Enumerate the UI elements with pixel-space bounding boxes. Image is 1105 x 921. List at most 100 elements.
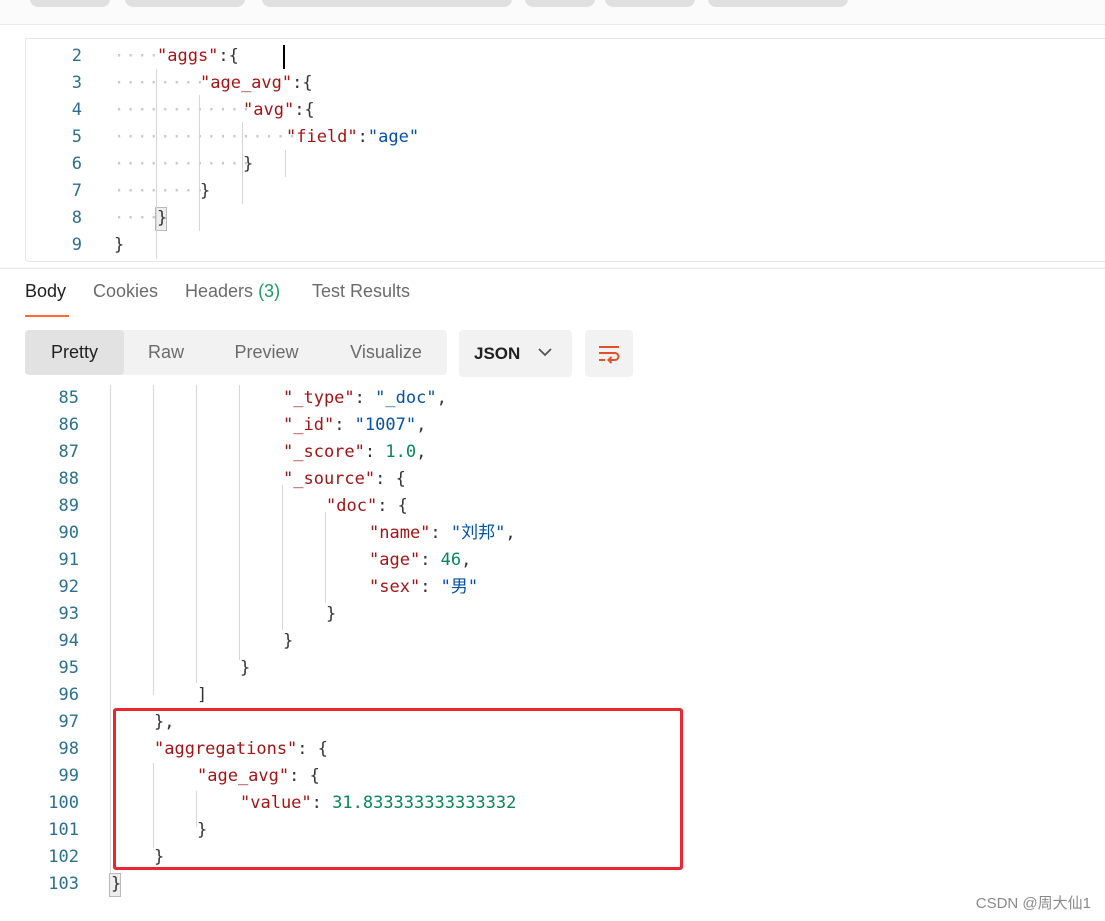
- json-punct: :: [334, 415, 355, 435]
- tab-pill[interactable]: [125, 0, 245, 7]
- indent-dots: ····: [114, 208, 161, 228]
- format-select[interactable]: JSON: [459, 330, 572, 377]
- json-string: "_doc": [375, 388, 437, 408]
- code-line: 6 ············}: [26, 151, 1105, 178]
- code-text: "age": 46,: [369, 547, 471, 574]
- line-number: 103: [48, 874, 79, 894]
- json-key: "field": [286, 127, 358, 147]
- headers-count-badge: (3): [258, 281, 281, 301]
- json-string: "age": [367, 127, 420, 147]
- code-line: 86 "_id": "1007",: [0, 412, 1105, 439]
- json-punct: : {: [377, 496, 408, 516]
- line-number: 95: [58, 658, 79, 678]
- text-cursor: [283, 45, 285, 69]
- json-punct: }: [240, 658, 251, 678]
- highlight-box: [113, 708, 683, 870]
- code-line: 89 "doc": {: [0, 493, 1105, 520]
- code-text: }: [111, 871, 121, 898]
- tab-pill[interactable]: [262, 0, 512, 7]
- format-select-value: JSON: [474, 344, 521, 363]
- line-number: 86: [58, 415, 79, 435]
- line-number: 94: [58, 631, 79, 651]
- code-text: ]: [197, 682, 207, 709]
- code-line: 85 "_type": "_doc",: [0, 385, 1105, 412]
- tab-body-label: Body: [25, 281, 67, 301]
- code-text: "name": "刘邦",: [369, 520, 516, 547]
- view-preview-button[interactable]: Preview: [208, 330, 325, 375]
- line-number: 5: [71, 127, 82, 147]
- tab-pill[interactable]: [605, 0, 695, 7]
- line-number: 89: [58, 496, 79, 516]
- json-key: "age": [369, 550, 421, 570]
- json-punct: ,: [436, 388, 447, 408]
- line-number: 4: [71, 100, 82, 120]
- line-number: 97: [58, 712, 79, 732]
- line-number: 92: [58, 577, 79, 597]
- view-raw-button[interactable]: Raw: [124, 330, 208, 375]
- tab-pill[interactable]: [30, 0, 110, 7]
- json-key: "_source": [283, 469, 376, 489]
- line-number: 87: [58, 442, 79, 462]
- json-punct: :: [357, 127, 368, 147]
- json-number: 46: [440, 550, 462, 570]
- json-key: "sex": [369, 577, 421, 597]
- code-line: 2 ···· "aggs":{: [26, 43, 1105, 70]
- json-punct: }: [243, 154, 254, 174]
- code-text: "avg":{: [243, 97, 315, 124]
- indent-dots: ········: [114, 73, 207, 93]
- tab-pill[interactable]: [525, 0, 595, 7]
- json-punct: ,: [461, 550, 472, 570]
- tab-cookies-label: Cookies: [93, 281, 159, 301]
- code-line: 88 "_source": {: [0, 466, 1105, 493]
- code-line: 90 "name": "刘邦",: [0, 520, 1105, 547]
- indent-dots: ············: [114, 154, 253, 174]
- code-text: "aggs":{: [157, 43, 239, 70]
- json-punct: }: [283, 631, 294, 651]
- indent-dots: ········: [114, 181, 207, 201]
- code-text: }: [157, 205, 167, 232]
- code-text: "field":"age": [286, 124, 419, 151]
- code-line: 96]: [0, 682, 1105, 709]
- code-line: 103}: [0, 871, 1105, 898]
- json-key: "aggs": [157, 46, 219, 66]
- chevron-down-icon: [538, 348, 552, 357]
- wrap-lines-button[interactable]: [585, 330, 633, 377]
- line-number: 100: [48, 793, 79, 813]
- code-line: 92 "sex": "男": [0, 574, 1105, 601]
- indent-guide: [242, 122, 243, 204]
- line-number: 98: [58, 739, 79, 759]
- line-number: 102: [48, 847, 79, 867]
- json-punct: :{: [292, 73, 313, 93]
- code-line: 95}: [0, 655, 1105, 682]
- tab-cookies[interactable]: Cookies: [93, 281, 158, 302]
- indent-guide: [199, 95, 200, 231]
- json-punct: :{: [294, 100, 315, 120]
- tab-pill[interactable]: [708, 0, 848, 7]
- code-line: 9}: [26, 232, 1105, 259]
- pane-divider[interactable]: [0, 268, 1105, 269]
- line-number: 6: [71, 154, 82, 174]
- tab-test-results[interactable]: Test Results: [312, 281, 410, 302]
- request-body-editor[interactable]: 2 ···· "aggs":{3 ········ "age_avg":{4 ······…: [25, 38, 1105, 262]
- code-text: }: [240, 655, 250, 682]
- line-number: 99: [58, 766, 79, 786]
- line-number: 8: [71, 208, 82, 228]
- tab-headers[interactable]: Headers (3): [185, 281, 280, 302]
- json-punct: ]: [197, 685, 208, 705]
- json-punct: }: [200, 181, 211, 201]
- code-text: }: [114, 232, 124, 259]
- json-key: "_id": [283, 415, 335, 435]
- view-pretty-button[interactable]: Pretty: [25, 330, 124, 375]
- code-text: "sex": "男": [369, 574, 478, 601]
- indent-guide: [156, 69, 157, 259]
- code-line: 8 ····}: [26, 205, 1105, 232]
- tab-body[interactable]: Body: [25, 281, 66, 302]
- code-line: 3 ········ "age_avg":{: [26, 70, 1105, 97]
- json-punct: ,: [416, 442, 427, 462]
- view-visualize-button[interactable]: Visualize: [325, 330, 447, 375]
- json-punct: }: [111, 874, 122, 894]
- code-text: "_id": "1007",: [283, 412, 426, 439]
- watermark: CSDN @周大仙1: [975, 895, 1091, 912]
- json-punct: }: [157, 208, 168, 228]
- json-key: "name": [369, 523, 431, 543]
